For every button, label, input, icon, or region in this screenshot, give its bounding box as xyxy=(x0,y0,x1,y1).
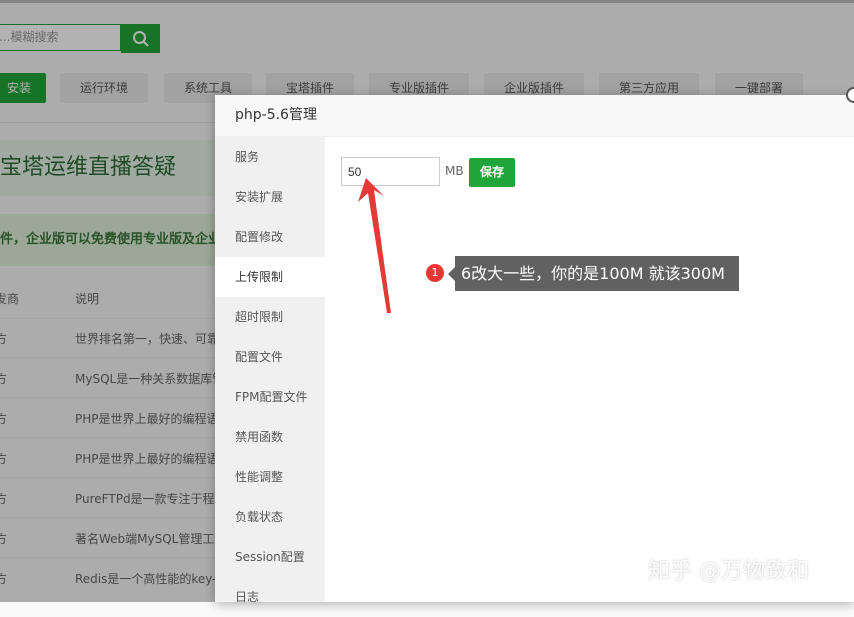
annotation-number-badge: 1 xyxy=(426,264,444,282)
save-button[interactable]: 保存 xyxy=(469,158,515,187)
annotation-tooltip: 6改大一些，你的是100M 就该300M xyxy=(448,256,739,291)
menu-item-load-status[interactable]: 负载状态 xyxy=(215,497,325,537)
menu-item-fpm-config[interactable]: FPM配置文件 xyxy=(215,377,325,417)
php-manager-modal: php-5.6管理 服务 安装扩展 配置修改 上传限制 超时限制 配置文件 FP… xyxy=(215,87,854,604)
menu-item-disabled-functions[interactable]: 禁用函数 xyxy=(215,417,325,457)
menu-item-service[interactable]: 服务 xyxy=(215,137,325,177)
unit-label: MB xyxy=(445,164,464,178)
modal-side-menu: 服务 安装扩展 配置修改 上传限制 超时限制 配置文件 FPM配置文件 禁用函数… xyxy=(215,137,325,604)
menu-item-performance[interactable]: 性能调整 xyxy=(215,457,325,497)
menu-item-config-edit[interactable]: 配置修改 xyxy=(215,217,325,257)
menu-item-logs[interactable]: 日志 xyxy=(215,577,325,617)
watermark: 知乎 @万物致和 xyxy=(648,559,809,584)
menu-item-timeout-limit[interactable]: 超时限制 xyxy=(215,297,325,337)
menu-item-session-config[interactable]: Session配置 xyxy=(215,537,325,577)
upload-size-input[interactable] xyxy=(341,157,440,186)
menu-item-config-file[interactable]: 配置文件 xyxy=(215,337,325,377)
menu-item-install-extensions[interactable]: 安装扩展 xyxy=(215,177,325,217)
menu-item-upload-limit[interactable]: 上传限制 xyxy=(215,257,325,297)
upload-limit-panel: MB 保存 xyxy=(325,137,854,602)
modal-title: php-5.6管理 xyxy=(215,95,854,137)
